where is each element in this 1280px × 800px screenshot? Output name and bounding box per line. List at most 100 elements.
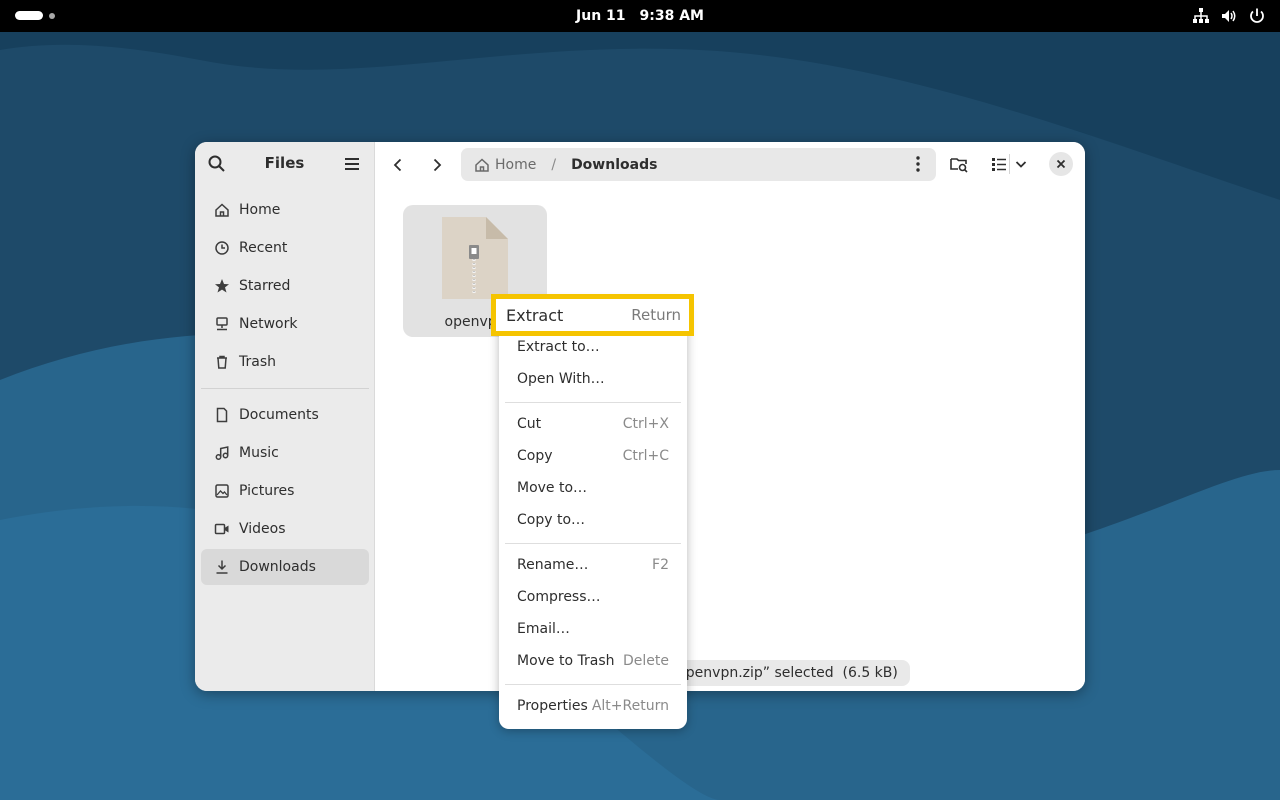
content-area: Home / Downloads openvpn bbox=[375, 142, 1085, 691]
workspace-active-indicator bbox=[15, 11, 43, 20]
sidebar-item-label: Pictures bbox=[239, 483, 295, 499]
sidebar-item-label: Downloads bbox=[239, 559, 316, 575]
sidebar-item-label: Music bbox=[239, 445, 279, 461]
trash-icon bbox=[217, 355, 227, 369]
selection-status: “openvpn.zip” selected (6.5 kB) bbox=[659, 660, 910, 686]
vertical-ellipsis-icon[interactable] bbox=[910, 154, 926, 174]
clock-time[interactable]: 9:38 AM bbox=[640, 8, 704, 24]
sidebar-item-network[interactable]: Network bbox=[201, 306, 369, 342]
power-icon[interactable] bbox=[1248, 7, 1266, 25]
sidebar-item-videos[interactable]: Videos bbox=[201, 511, 369, 547]
activities-indicator[interactable] bbox=[15, 11, 55, 20]
breadcrumb-home[interactable]: Home bbox=[474, 157, 536, 173]
forward-button[interactable] bbox=[424, 152, 450, 178]
download-icon bbox=[216, 560, 228, 574]
list-view-icon bbox=[992, 158, 1006, 171]
sidebar-item-trash[interactable]: Trash bbox=[201, 344, 369, 380]
clock[interactable]: Jun 11 9:38 AM bbox=[0, 0, 1280, 32]
menu-item-email[interactable]: Email… bbox=[499, 613, 687, 645]
chevron-down-icon bbox=[1015, 161, 1027, 168]
menu-item-label: Move to Trash bbox=[517, 653, 615, 669]
menu-item-accel: Delete bbox=[623, 653, 669, 669]
places-list: Home Recent Starred Network Trash Docume… bbox=[201, 192, 369, 587]
close-icon bbox=[1056, 159, 1066, 169]
menu-item-label: Move to… bbox=[517, 480, 588, 496]
menu-item-copy[interactable]: Copy Ctrl+C bbox=[499, 440, 687, 472]
clock-date[interactable]: Jun 11 bbox=[576, 8, 626, 24]
menu-item-label: Cut bbox=[517, 416, 542, 432]
sidebar-item-recent[interactable]: Recent bbox=[201, 230, 369, 266]
path-bar[interactable]: Home / Downloads bbox=[461, 148, 936, 181]
menu-item-cut[interactable]: Cut Ctrl+X bbox=[499, 408, 687, 440]
sidebar-item-label: Recent bbox=[239, 240, 288, 256]
menu-separator bbox=[505, 684, 681, 685]
sidebar-header: Files bbox=[195, 142, 374, 186]
search-folder-button[interactable] bbox=[947, 152, 971, 176]
sidebar: Files Home Recent Starred Network Trash … bbox=[195, 142, 375, 691]
chevron-left-icon bbox=[393, 158, 402, 172]
sidebar-item-pictures[interactable]: Pictures bbox=[201, 473, 369, 509]
close-button[interactable] bbox=[1049, 152, 1073, 176]
menu-item-copy-to[interactable]: Copy to… bbox=[499, 504, 687, 536]
context-menu: Extract to… Open With… Cut Ctrl+X Copy C… bbox=[499, 299, 687, 729]
zip-archive-icon bbox=[442, 217, 508, 299]
menu-item-label: Open With… bbox=[517, 371, 605, 387]
menu-item-label: Properties bbox=[517, 698, 588, 714]
view-list-button[interactable] bbox=[987, 152, 1011, 176]
back-button[interactable] bbox=[385, 152, 411, 178]
view-options-button[interactable] bbox=[1013, 152, 1029, 176]
music-icon bbox=[215, 446, 229, 460]
chevron-right-icon bbox=[433, 158, 442, 172]
menu-item-label: Extract bbox=[506, 305, 564, 325]
menu-item-label: Rename… bbox=[517, 557, 589, 573]
breadcrumb-current[interactable]: Downloads bbox=[571, 157, 657, 173]
menu-item-label: Extract to… bbox=[517, 339, 600, 355]
sidebar-item-label: Trash bbox=[239, 354, 276, 370]
breadcrumb-home-label: Home bbox=[495, 156, 537, 173]
menu-item-accel: Ctrl+X bbox=[622, 416, 669, 432]
sidebar-item-label: Home bbox=[239, 202, 281, 218]
system-tray[interactable] bbox=[1192, 7, 1266, 25]
sidebar-item-label: Documents bbox=[239, 407, 319, 423]
menu-item-accel: Alt+Return bbox=[591, 698, 669, 714]
sidebar-item-label: Network bbox=[239, 316, 298, 332]
menu-item-move-to-trash[interactable]: Move to Trash Delete bbox=[499, 645, 687, 677]
workspace-inactive-indicator bbox=[49, 12, 55, 19]
menu-item-open-with[interactable]: Open With… bbox=[499, 363, 687, 395]
home-icon bbox=[215, 203, 229, 217]
menu-item-accel: Return bbox=[631, 306, 681, 324]
top-bar: Jun 11 9:38 AM bbox=[0, 0, 1280, 32]
sidebar-item-music[interactable]: Music bbox=[201, 435, 369, 471]
sidebar-item-downloads[interactable]: Downloads bbox=[201, 549, 369, 585]
network-icon bbox=[216, 317, 228, 331]
menu-item-move-to[interactable]: Move to… bbox=[499, 472, 687, 504]
menu-item-properties[interactable]: Properties Alt+Return bbox=[499, 690, 687, 722]
breadcrumb-separator: / bbox=[551, 156, 557, 173]
sidebar-item-starred[interactable]: Starred bbox=[201, 268, 369, 304]
toolbar-divider bbox=[1009, 154, 1010, 174]
video-icon bbox=[214, 523, 229, 535]
menu-item-label: Email… bbox=[517, 621, 570, 637]
menu-item-extract[interactable]: Extract Return bbox=[491, 294, 694, 336]
menu-item-accel: F2 bbox=[652, 557, 669, 573]
sidebar-item-home[interactable]: Home bbox=[201, 192, 369, 228]
network-icon[interactable] bbox=[1192, 7, 1210, 25]
menu-item-label: Copy to… bbox=[517, 512, 586, 528]
menu-separator bbox=[505, 543, 681, 544]
sidebar-divider bbox=[201, 388, 369, 389]
hamburger-menu-icon[interactable] bbox=[342, 154, 362, 174]
menu-separator bbox=[505, 402, 681, 403]
menu-item-compress[interactable]: Compress… bbox=[499, 581, 687, 613]
volume-icon[interactable] bbox=[1220, 7, 1238, 25]
menu-item-rename[interactable]: Rename… F2 bbox=[499, 549, 687, 581]
folder-search-icon bbox=[950, 158, 968, 173]
clock-icon bbox=[215, 241, 229, 255]
sidebar-item-label: Videos bbox=[239, 521, 286, 537]
menu-item-label: Compress… bbox=[517, 589, 601, 605]
home-icon bbox=[475, 157, 489, 172]
sidebar-item-documents[interactable]: Documents bbox=[201, 397, 369, 433]
picture-icon bbox=[215, 484, 229, 498]
menu-item-accel: Ctrl+C bbox=[622, 448, 669, 464]
menu-item-label: Copy bbox=[517, 448, 553, 464]
star-icon bbox=[215, 279, 229, 293]
